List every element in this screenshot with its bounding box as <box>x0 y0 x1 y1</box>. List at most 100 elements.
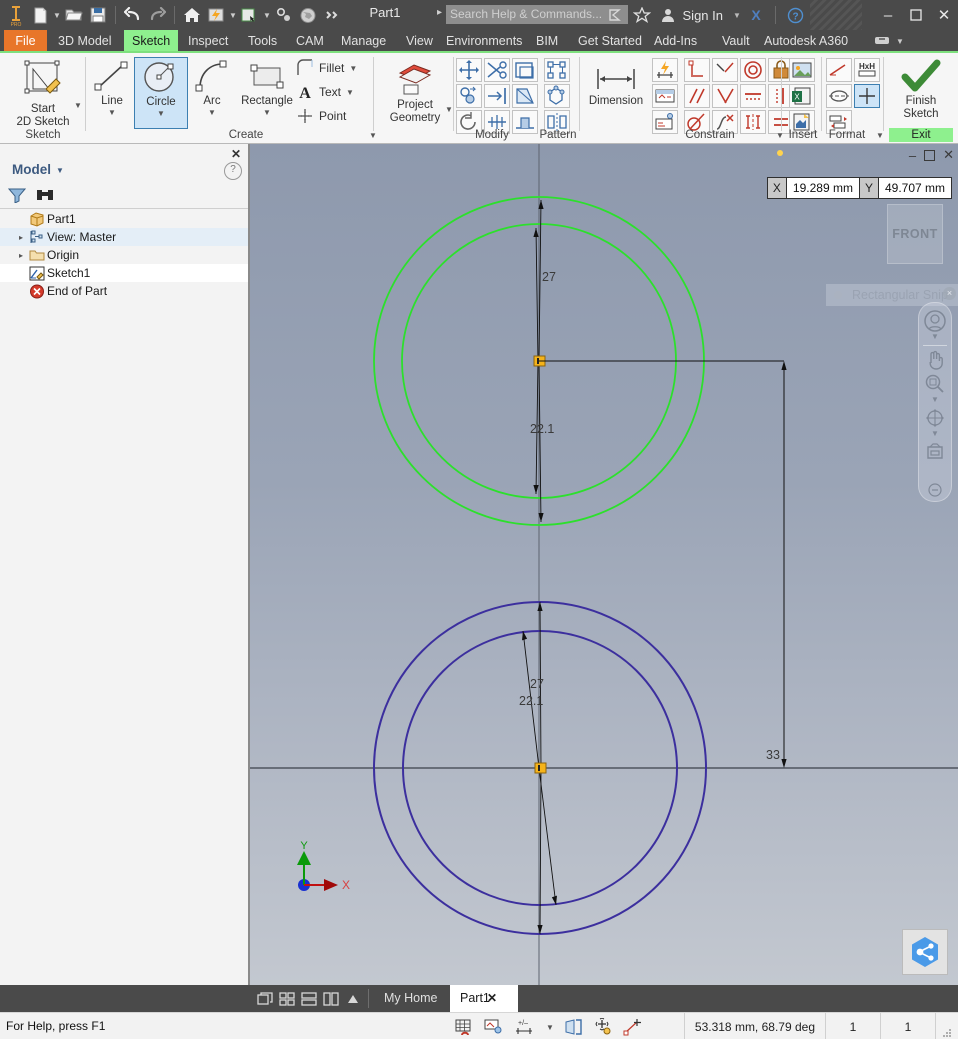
slice-graphics-icon[interactable] <box>563 1018 585 1036</box>
rectangle-tool-button[interactable]: Rectangle ▼ <box>234 57 300 117</box>
horizontal-icon[interactable] <box>298 985 320 1012</box>
copy-tool-button[interactable] <box>456 84 482 108</box>
graphics-window[interactable]: 27 22.1 27 22.1 33 – ✕ X 19.289 mm Y 49.… <box>250 144 958 985</box>
notification-icon[interactable] <box>603 2 629 28</box>
new-file-icon[interactable] <box>28 2 52 28</box>
share-view-button[interactable] <box>902 929 948 975</box>
tab-add-ins[interactable]: Add-Ins <box>646 30 705 52</box>
doc-minimize-button[interactable]: – <box>909 148 916 163</box>
tab-part1-close-icon[interactable]: ✕ <box>487 991 497 1005</box>
start-sketch-dropdown-icon[interactable]: ▼ <box>74 101 82 110</box>
vertical-icon[interactable] <box>320 985 342 1012</box>
tab-sketch[interactable]: Sketch <box>124 30 179 52</box>
insert-excel-button[interactable]: X <box>789 84 815 108</box>
window-minimize-button[interactable]: – <box>874 0 902 30</box>
browser-title[interactable]: Model <box>12 162 51 177</box>
binoculars-icon[interactable] <box>36 187 54 203</box>
help-icon[interactable]: ? <box>782 2 808 28</box>
view-cube[interactable]: FRONT <box>887 204 943 264</box>
tab-autodesk-a360[interactable]: Autodesk A360 <box>756 30 856 52</box>
arc-dropdown-icon[interactable]: ▼ <box>190 108 234 117</box>
ribbon-display-icon[interactable] <box>872 33 894 48</box>
update-dropdown-icon[interactable]: ▼ <box>228 2 238 28</box>
auto-project-origin-icon[interactable] <box>623 1018 643 1036</box>
tab-3d-model[interactable]: 3D Model <box>50 30 120 52</box>
search-input[interactable]: Search Help & Commands... <box>446 5 628 24</box>
parallel-constraint-button[interactable] <box>684 84 710 108</box>
arc-tool-button[interactable]: Arc ▼ <box>190 57 234 117</box>
start-2d-sketch-button[interactable]: Start 2D Sketch <box>11 59 75 129</box>
centerline-button[interactable] <box>826 84 852 108</box>
coord-y-value[interactable]: 49.707 mm <box>879 178 951 198</box>
orbit-icon[interactable] <box>922 406 948 430</box>
title-dropdown-icon[interactable]: ▸ <box>437 7 442 18</box>
construction-line-button[interactable] <box>826 58 852 82</box>
dimension-input-icon[interactable]: +/– <box>513 1018 537 1036</box>
project-geometry-button[interactable]: Project Geometry <box>381 59 449 125</box>
tile-icon[interactable] <box>254 985 276 1012</box>
tab-inspect[interactable]: Inspect <box>180 30 236 52</box>
redo-icon[interactable] <box>145 2 169 28</box>
move-tool-button[interactable] <box>456 58 482 82</box>
appearance-dropdown-icon[interactable]: ▼ <box>262 2 272 28</box>
tab-get-started[interactable]: Get Started <box>570 30 650 52</box>
coincident-constraint-button[interactable] <box>684 58 710 82</box>
grid-icon[interactable] <box>276 985 298 1012</box>
auto-project-edges-icon[interactable] <box>594 1018 614 1036</box>
nav-settings-icon[interactable] <box>928 483 942 501</box>
scale-tool-button[interactable] <box>512 84 538 108</box>
filter-icon[interactable] <box>8 187 26 203</box>
tab-vault[interactable]: Vault <box>714 30 758 52</box>
rectangular-pattern-button[interactable] <box>544 58 570 82</box>
browser-close-icon[interactable]: ✕ <box>229 147 243 161</box>
coord-x-value[interactable]: 19.289 mm <box>787 178 859 198</box>
update-icon[interactable] <box>204 2 228 28</box>
driven-dimension-button[interactable]: HxH <box>854 58 880 82</box>
exchange-apps-icon[interactable]: X <box>743 2 769 28</box>
fillet-dropdown-icon[interactable]: ▼ <box>349 64 357 73</box>
orbit-dropdown-icon[interactable]: ▼ <box>931 430 939 440</box>
line-dropdown-icon[interactable]: ▼ <box>90 108 134 117</box>
project-geometry-dropdown-icon[interactable]: ▼ <box>445 105 453 114</box>
tab-manage[interactable]: Manage <box>333 30 394 52</box>
offset-tool-button[interactable] <box>512 58 538 82</box>
look-at-icon[interactable] <box>922 440 948 464</box>
wheel-dropdown-icon[interactable]: ▼ <box>931 333 939 343</box>
tree-node-sketch1[interactable]: Sketch1 <box>0 264 248 282</box>
pan-icon[interactable] <box>922 348 948 372</box>
tab-part1[interactable]: Part1 <box>450 985 518 1012</box>
dimension-tool-button[interactable]: Dimension <box>581 63 651 108</box>
tree-expander[interactable]: ▸ <box>14 251 28 260</box>
extend-tool-button[interactable] <box>484 84 510 108</box>
finish-sketch-button[interactable]: Finish Sketch <box>889 59 953 121</box>
appearance-icon[interactable] <box>238 2 262 28</box>
sign-in-label[interactable]: Sign In <box>683 8 723 23</box>
circular-pattern-button[interactable] <box>544 84 570 108</box>
browser-help-icon[interactable]: ? <box>224 162 242 180</box>
format-panel-dropdown-icon[interactable]: ▼ <box>876 131 884 140</box>
resize-grip[interactable] <box>935 1013 958 1039</box>
browser-title-dropdown-icon[interactable]: ▼ <box>56 166 64 175</box>
show-constraints-button[interactable] <box>652 84 678 108</box>
auto-dimension-button[interactable] <box>652 58 678 82</box>
dimension-input-dropdown-icon[interactable]: ▼ <box>546 1023 554 1032</box>
circle-dropdown-icon[interactable]: ▼ <box>135 109 187 118</box>
constrain-panel-dropdown-icon[interactable]: ▼ <box>776 131 784 140</box>
tab-tools[interactable]: Tools <box>240 30 285 52</box>
point-tool-button[interactable]: Point <box>296 107 346 125</box>
tab-my-home[interactable]: My Home <box>374 985 447 1012</box>
zoom-icon[interactable] <box>922 372 948 396</box>
text-dropdown-icon[interactable]: ▼ <box>346 88 354 97</box>
tab-file[interactable]: File <box>4 30 47 52</box>
perpendicular-constraint-button[interactable] <box>712 84 738 108</box>
undo-icon[interactable] <box>121 2 145 28</box>
full-navigation-wheel-icon[interactable] <box>922 309 948 333</box>
select-icon[interactable] <box>272 2 296 28</box>
snip-close-icon[interactable]: × <box>943 287 956 300</box>
tree-expander[interactable]: ▸ <box>14 233 28 242</box>
arrange-up-icon[interactable] <box>342 985 364 1012</box>
tab-environments[interactable]: Environments <box>438 30 530 52</box>
app-logo-icon[interactable]: PRO <box>4 2 28 28</box>
save-icon[interactable] <box>86 2 110 28</box>
tab-bim[interactable]: BIM <box>528 30 566 52</box>
